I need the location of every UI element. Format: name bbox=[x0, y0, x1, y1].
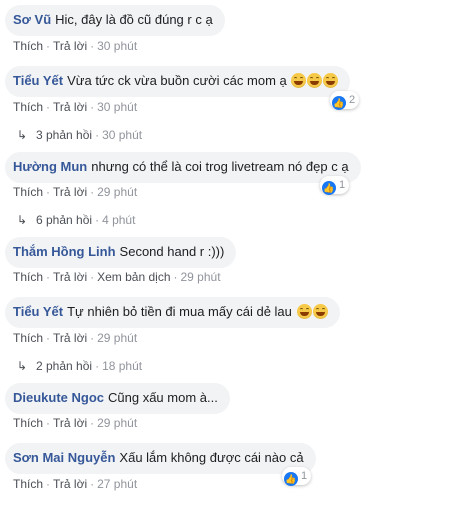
laughing-emoji-icon bbox=[323, 73, 339, 88]
comment-actions: Thích · Trả lời · 30 phút bbox=[13, 39, 138, 53]
comment-actions: Thích · Trả lời · 29 phút bbox=[13, 416, 138, 430]
comment-author[interactable]: Sơn Mai Nguyễn bbox=[13, 450, 115, 465]
reply-link[interactable]: Trả lời bbox=[53, 270, 87, 284]
comment-bubble: Sơ Vũ Hic, đây là đồ cũ đúng r c ạ bbox=[5, 5, 225, 36]
view-replies[interactable]: ↳ 6 phản hồi · 4 phút bbox=[17, 213, 135, 227]
comment-time[interactable]: 29 phút bbox=[181, 270, 221, 284]
like-link[interactable]: Thích bbox=[13, 331, 43, 345]
like-link[interactable]: Thích bbox=[13, 270, 43, 284]
reply-arrow-icon: ↳ bbox=[17, 213, 28, 227]
view-replies[interactable]: ↳ 2 phản hồi · 18 phút bbox=[17, 359, 142, 373]
laughing-emoji-icon bbox=[307, 73, 323, 88]
like-link[interactable]: Thích bbox=[13, 39, 43, 53]
comment-text: Xấu lắm không được cái nào cả bbox=[119, 450, 304, 465]
comment: Sơ Vũ Hic, đây là đồ cũ đúng r c ạ bbox=[5, 5, 225, 36]
comment-text: nhưng có thể là coi trog livetream nó đẹ… bbox=[91, 159, 349, 174]
comment-bubble: Sơn Mai Nguyễn Xấu lắm không được cái nào… bbox=[5, 443, 316, 474]
like-icon: 👍 bbox=[322, 181, 336, 195]
comment-bubble: Tiểu Yết Tự nhiên bỏ tiền đi mua mấy cái … bbox=[5, 297, 340, 328]
see-translation-link[interactable]: Xem bản dịch bbox=[97, 270, 170, 284]
comment-text: Hic, đây là đồ cũ đúng r c ạ bbox=[55, 12, 213, 27]
comment-author[interactable]: Hường Mun bbox=[13, 159, 87, 174]
laughing-emoji-icon bbox=[291, 73, 307, 88]
comment-actions: Thích · Trả lời · 29 phút bbox=[13, 185, 138, 199]
comment-bubble: Tiểu Yết Vừa tức ck vừa buồn cười các mom… bbox=[5, 66, 351, 97]
like-link[interactable]: Thích bbox=[13, 185, 43, 199]
reply-arrow-icon: ↳ bbox=[17, 128, 28, 142]
like-icon: 👍 bbox=[332, 96, 346, 110]
like-link[interactable]: Thích bbox=[13, 100, 43, 114]
comment-actions: Thích · Trả lời · 30 phút bbox=[13, 100, 138, 114]
replies-link[interactable]: 3 phản hồi bbox=[36, 128, 92, 142]
comment-text: Cũng xấu mom à... bbox=[108, 390, 218, 405]
comment-author[interactable]: Tiểu Yết bbox=[13, 304, 63, 319]
comment-time[interactable]: 29 phút bbox=[97, 331, 137, 345]
replies-link[interactable]: 2 phản hồi bbox=[36, 359, 92, 373]
like-link[interactable]: Thích bbox=[13, 477, 43, 491]
replies-time: 30 phút bbox=[102, 128, 143, 142]
comment-author[interactable]: Dieukute Ngoc bbox=[13, 390, 104, 405]
comment-text: Second hand r :))) bbox=[119, 244, 225, 259]
comment: Thắm Hồng Linh Second hand r :))) bbox=[5, 237, 237, 268]
comment-text: Tự nhiên bỏ tiền đi mua mấy cái dẻ lau bbox=[67, 304, 292, 319]
comment-actions: Thích · Trả lời · 29 phút bbox=[13, 331, 138, 345]
reply-link[interactable]: Trả lời bbox=[53, 185, 87, 199]
comment-author[interactable]: Tiểu Yết bbox=[13, 73, 63, 88]
reply-link[interactable]: Trả lời bbox=[53, 477, 87, 491]
comment-time[interactable]: 27 phút bbox=[97, 477, 137, 491]
comment-bubble: Thắm Hồng Linh Second hand r :))) bbox=[5, 237, 237, 268]
reply-link[interactable]: Trả lời bbox=[53, 39, 87, 53]
view-replies[interactable]: ↳ 3 phản hồi · 30 phút bbox=[17, 128, 142, 142]
reply-link[interactable]: Trả lời bbox=[53, 416, 87, 430]
replies-time: 18 phút bbox=[102, 359, 143, 373]
comment-author[interactable]: Thắm Hồng Linh bbox=[13, 244, 116, 259]
comment-time[interactable]: 30 phút bbox=[97, 39, 137, 53]
comment: Hường Mun nhưng có thể là coi trog livetr… bbox=[5, 152, 361, 183]
comment: Sơn Mai Nguyễn Xấu lắm không được cái nào… bbox=[5, 443, 316, 474]
comment-time[interactable]: 30 phút bbox=[97, 100, 137, 114]
comment: Tiểu Yết Vừa tức ck vừa buồn cười các mom… bbox=[5, 66, 351, 97]
laughing-emoji-icon bbox=[312, 304, 328, 319]
comment-time[interactable]: 29 phút bbox=[97, 416, 137, 430]
reply-link[interactable]: Trả lời bbox=[53, 331, 87, 345]
replies-time: 4 phút bbox=[102, 213, 136, 227]
replies-link[interactable]: 6 phản hồi bbox=[36, 213, 92, 227]
comment-bubble: Hường Mun nhưng có thể là coi trog livetr… bbox=[5, 152, 361, 183]
comment: Dieukute Ngoc Cũng xấu mom à... bbox=[5, 383, 230, 414]
reaction-count[interactable]: 👍 1 bbox=[320, 176, 350, 195]
reaction-count[interactable]: 👍 1 bbox=[282, 467, 312, 486]
comment: Tiểu Yết Tự nhiên bỏ tiền đi mua mấy cái … bbox=[5, 297, 340, 328]
like-link[interactable]: Thích bbox=[13, 416, 43, 430]
reply-arrow-icon: ↳ bbox=[17, 359, 28, 373]
comment-bubble: Dieukute Ngoc Cũng xấu mom à... bbox=[5, 383, 230, 414]
comment-text: Vừa tức ck vừa buồn cười các mom ạ bbox=[67, 73, 287, 88]
laughing-emoji-icon bbox=[296, 304, 312, 319]
reaction-count[interactable]: 👍 2 bbox=[330, 91, 360, 110]
comment-time[interactable]: 29 phút bbox=[97, 185, 137, 199]
comment-author[interactable]: Sơ Vũ bbox=[13, 12, 51, 27]
like-icon: 👍 bbox=[284, 472, 298, 486]
comment-actions: Thích · Trả lời · 27 phút bbox=[13, 477, 138, 491]
comment-actions: Thích · Trả lời · Xem bản dịch · 29 phút bbox=[13, 270, 221, 284]
reply-link[interactable]: Trả lời bbox=[53, 100, 87, 114]
